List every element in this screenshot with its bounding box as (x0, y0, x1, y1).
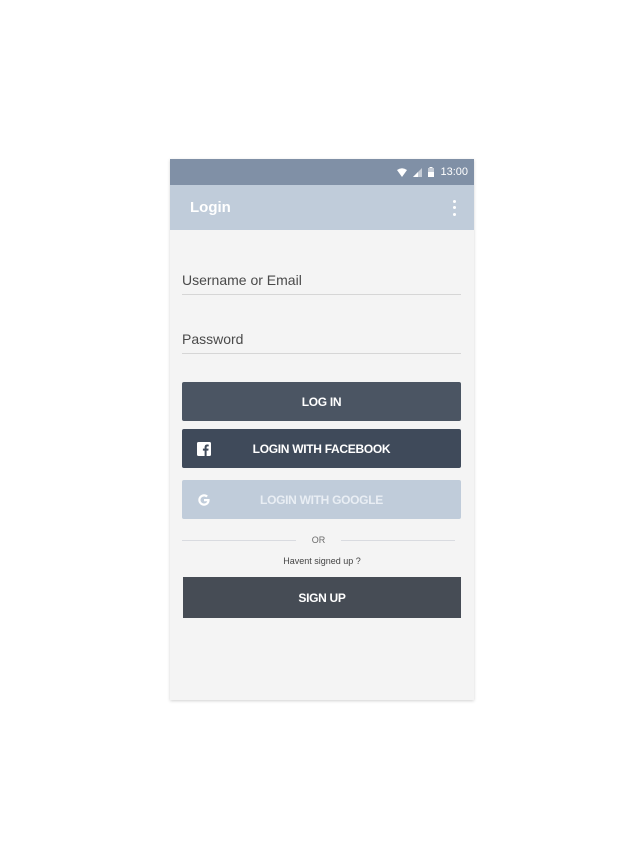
google-icon (197, 493, 211, 507)
google-button-label: LOGIN WITH GOOGLE (260, 492, 383, 507)
signup-button[interactable]: SIGN UP (183, 577, 461, 618)
login-button[interactable]: LOG IN (182, 382, 461, 421)
app-bar: Login (170, 185, 474, 230)
status-time: 13:00 (440, 166, 468, 178)
facebook-icon (197, 441, 211, 456)
username-input[interactable] (182, 265, 461, 295)
google-login-button[interactable]: LOGIN WITH GOOGLE (182, 480, 461, 519)
signup-prompt: Havent signed up ? (283, 556, 361, 566)
divider-line-left (182, 539, 296, 541)
facebook-button-label: LOGIN WITH FACEBOOK (252, 441, 391, 456)
signup-button-label: SIGN UP (298, 590, 346, 605)
phone-screen: 13:00 Login LOG IN LOGIN WITH FACEBOOK L… (170, 159, 474, 700)
facebook-login-button[interactable]: LOGIN WITH FACEBOOK (182, 429, 461, 468)
wifi-icon (397, 167, 408, 177)
or-text: OR (311, 535, 326, 545)
more-vertical-icon[interactable] (448, 199, 460, 217)
divider-line-right (341, 539, 455, 541)
battery-icon (428, 167, 435, 177)
page-title: Login (190, 199, 231, 216)
login-button-label: LOG IN (301, 394, 342, 409)
status-bar: 13:00 (170, 159, 474, 185)
signal-icon (413, 167, 423, 177)
or-divider: OR (182, 535, 455, 545)
password-input[interactable] (182, 324, 461, 354)
